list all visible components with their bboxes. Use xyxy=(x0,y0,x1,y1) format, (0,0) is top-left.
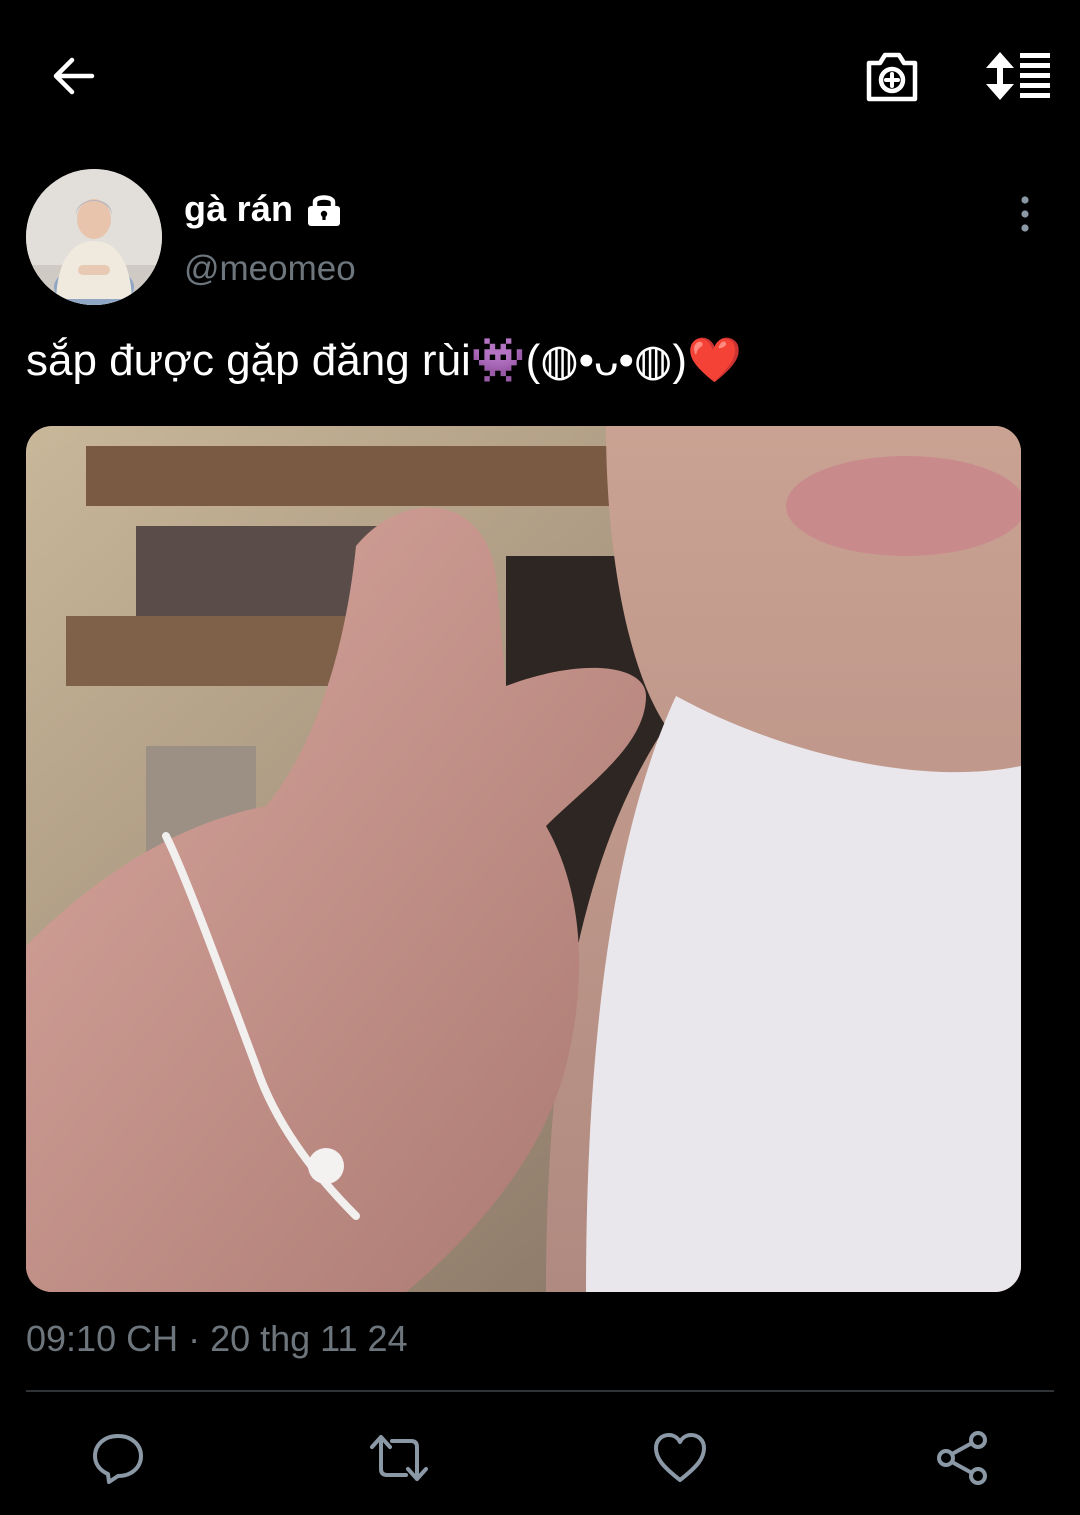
back-button[interactable] xyxy=(38,40,110,112)
heart-icon xyxy=(654,1433,706,1482)
like-button[interactable] xyxy=(644,1422,716,1494)
display-name[interactable]: gà rán xyxy=(184,188,293,230)
more-vertical-icon xyxy=(1021,196,1029,232)
display-name-wrap[interactable]: gà rán xyxy=(184,185,343,233)
share-icon xyxy=(937,1431,987,1485)
media-photo xyxy=(26,426,1021,1292)
user-handle[interactable]: @meomeo xyxy=(184,249,356,289)
sort-replies-icon xyxy=(986,52,1050,100)
tweet-text: sắp được gặp đăng rùi👾(◍•ᴗ•◍)❤️ xyxy=(26,336,742,385)
tweet-media[interactable] xyxy=(26,426,1021,1292)
arrow-left-icon xyxy=(53,57,95,95)
reply-icon xyxy=(93,1434,143,1484)
avatar[interactable] xyxy=(26,169,162,305)
camera-button[interactable] xyxy=(856,40,928,112)
retweet-icon xyxy=(370,1435,428,1481)
reply-button[interactable] xyxy=(82,1422,154,1494)
camera-add-icon xyxy=(866,52,918,102)
sort-button[interactable] xyxy=(978,40,1058,112)
retweet-button[interactable] xyxy=(363,1422,435,1494)
tweet-action-bar xyxy=(0,1400,1080,1510)
more-options-button[interactable] xyxy=(1000,189,1050,239)
tweet-timestamp[interactable]: 09:10 CH · 20 thg 11 24 xyxy=(26,1318,408,1360)
avatar-image xyxy=(26,169,162,305)
top-bar xyxy=(0,0,1080,150)
tweet-author-row: gà rán @meomeo xyxy=(0,165,1080,315)
divider xyxy=(26,1390,1054,1392)
share-button[interactable] xyxy=(926,1422,998,1494)
lock-icon xyxy=(305,191,343,227)
